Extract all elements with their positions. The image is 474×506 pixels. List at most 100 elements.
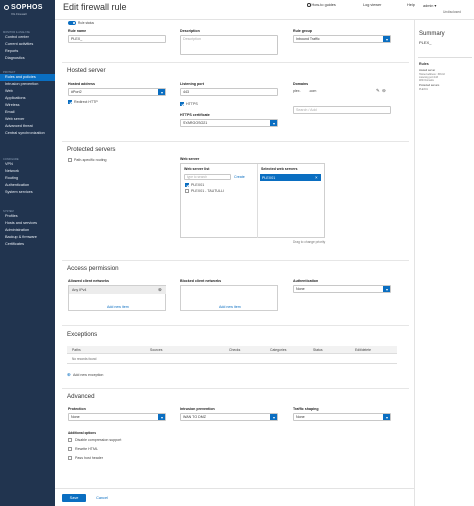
description-label: Description [180,29,200,33]
sidebar-item-control-center[interactable]: Control center [3,34,55,41]
hosted-address-select[interactable]: #Port2 [68,88,166,96]
sidebar-item-current-activities[interactable]: Current activities [3,41,55,48]
web-server-checkbox-tautulli[interactable] [185,189,189,193]
user-subtitle: Undisclosed [443,10,461,14]
log-viewer-link[interactable]: Log viewer [363,3,381,7]
domain-entry: plex. .com [293,89,317,93]
close-icon[interactable]: × [315,175,318,180]
sidebar-item-authentication[interactable]: Authentication [3,182,55,189]
sidebar-item-backup-firmware[interactable]: Backup & firmware [3,234,55,241]
rule-group-select[interactable]: Inbound Traffic [293,35,391,43]
pencil-icon[interactable]: ✎ [376,88,380,94]
path-routing-checkbox[interactable] [68,158,72,162]
summary-rule-name: PLEX_ [419,40,432,45]
web-server-checkbox-plex01[interactable] [185,183,189,187]
path-routing-label: Path-specific routing [74,158,107,162]
add-exception-link[interactable]: Add new exception [73,373,103,377]
https-checkbox[interactable] [180,102,184,106]
description-input[interactable]: Description [180,35,278,55]
web-server-item: PLEX01 [191,183,205,187]
hosted-server-title: Hosted server [67,67,106,74]
advanced-title: Advanced [67,393,95,400]
chevron-down-icon [386,288,389,291]
sidebar-item-reports[interactable]: Reports [3,48,55,55]
exceptions-table-header: Paths Sources Checks Categories Status E… [67,346,397,354]
sidebar-item-network[interactable]: Network [3,168,55,175]
drag-priority-hint: Drag to change priority [293,240,326,244]
column-checks: Checks [229,348,241,352]
admin-menu[interactable]: admin ▾ [423,3,436,8]
sidebar-item-hosts-and-services[interactable]: Hosts and services [3,220,55,227]
access-permission-title: Access permission [67,265,119,272]
cancel-button[interactable]: Cancel [90,494,114,502]
list-item: Any IPv4 ⊗ [69,286,166,294]
divider [62,325,409,326]
rule-status-label: Rule status [78,21,94,25]
sidebar-item-diagnostics[interactable]: Diagnostics [3,55,55,62]
divider [62,62,409,63]
web-server-label: Web server [180,157,200,161]
protection-label: Protection [68,407,86,411]
domains-search-input[interactable]: Search / Add [293,106,391,114]
help-link[interactable]: Help [407,3,415,7]
remove-icon[interactable]: ⊗ [158,287,162,293]
chevron-down-icon: ▾ [434,4,437,8]
sidebar-item-advanced-threat[interactable]: Advanced threat [3,123,55,130]
disable-compression-checkbox[interactable] [68,438,72,442]
sidebar-item-vpn[interactable]: VPN [3,161,55,168]
web-server-item: PLEX01 - TAUTULLI [191,189,225,193]
how-to-guides-link[interactable]: How-to guides [307,3,336,7]
divider [62,260,409,261]
summary-title: Summary [419,31,445,37]
sidebar-item-wireless[interactable]: Wireless [3,102,55,109]
chevron-down-icon [273,416,276,419]
sidebar-item-administration[interactable]: Administration [3,227,55,234]
pass-host-header-checkbox[interactable] [68,456,72,460]
web-server-list-title: Web server list [184,167,210,171]
add-icon[interactable]: ⊕ [67,372,71,378]
rewrite-html-checkbox[interactable] [68,447,72,451]
sidebar-item-rules-and-policies[interactable]: Rules and policies [0,74,55,81]
sidebar-item-web[interactable]: Web [3,88,55,95]
domains-label: Domains [293,82,309,86]
sidebar-item-applications[interactable]: Applications [3,95,55,102]
intrusion-prevention-label: Intrusion prevention [180,407,215,411]
save-button[interactable]: Save [62,494,86,502]
web-server-search-input[interactable]: type to search [184,174,231,180]
selected-web-servers-title: Selected web servers [261,167,298,171]
blocked-networks-list: Add new item [180,285,278,311]
rule-name-input[interactable]: PLEX_ [68,35,166,43]
sidebar-item-email[interactable]: Email [3,109,55,116]
sidebar-item-routing[interactable]: Routing [3,175,55,182]
additional-options-label: Additional options [68,431,96,435]
sidebar-item-central-synchronization[interactable]: Central synchronization [3,130,55,137]
protection-select[interactable]: None [68,413,166,421]
sidebar-item-intrusion-prevention[interactable]: Intrusion prevention [3,81,55,88]
listening-port-input[interactable]: 443 [180,88,278,96]
sidebar: SOPHOS XG Firewall MONITOR & ANALYZE Con… [0,0,55,506]
protected-servers-title: Protected servers [67,146,116,153]
https-certificate-select[interactable]: SYARGOSO21 [180,119,278,127]
sidebar-item-profiles[interactable]: Profiles [3,213,55,220]
redirect-http-checkbox[interactable] [68,100,72,104]
selected-web-server-chip[interactable]: PLEX01 × [260,174,321,181]
rule-status-toggle[interactable] [68,21,76,25]
authentication-label: Authentication [293,279,319,283]
summary-hosted-server-heading: Hosted server [419,69,436,72]
redirect-http-label: Redirect HTTP [74,100,98,104]
sidebar-item-web-server[interactable]: Web server [3,116,55,123]
sidebar-item-system-services[interactable]: System services [3,189,55,196]
add-allowed-network-link[interactable]: Add new item [107,305,129,309]
sidebar-item-certificates[interactable]: Certificates [3,241,55,248]
summary-protected-server: PLEX01 [419,88,428,91]
traffic-shaping-select[interactable]: None [293,413,391,421]
remove-icon[interactable]: ⊖ [382,88,386,94]
column-categories: Categories [270,348,287,352]
add-blocked-network-link[interactable]: Add new item [219,305,241,309]
web-server-picker: Web server list type to search Create PL… [180,163,325,238]
picker-divider [257,164,258,238]
sophos-logo[interactable]: SOPHOS XG Firewall [4,3,52,19]
create-web-server-link[interactable]: Create [234,175,245,179]
authentication-select[interactable]: None [293,285,391,293]
intrusion-prevention-select[interactable]: WAN TO DMZ [180,413,278,421]
